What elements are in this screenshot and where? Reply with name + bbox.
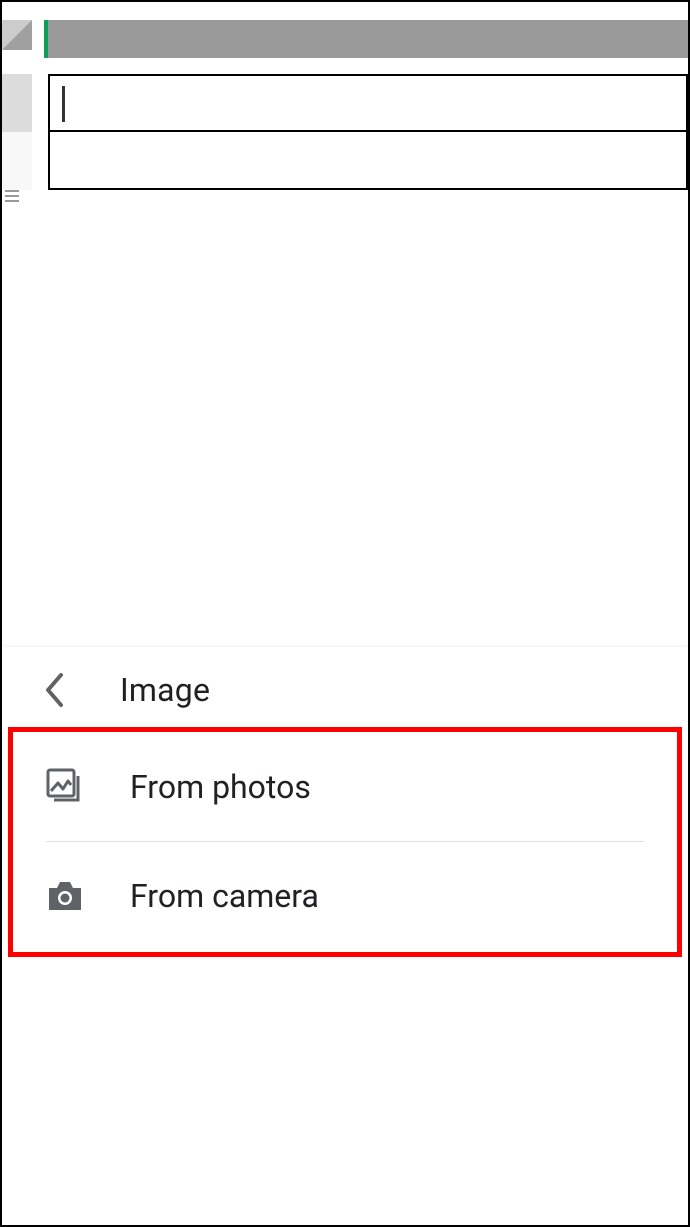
corner-triangle-icon xyxy=(2,20,32,50)
active-cell[interactable] xyxy=(48,74,688,132)
column-header-selected[interactable] xyxy=(48,20,688,58)
drag-lines-icon xyxy=(5,190,19,202)
photos-icon xyxy=(42,767,88,807)
app-frame: Image From photos xyxy=(0,0,690,1227)
panel-title: Image xyxy=(120,671,210,709)
row-header-1[interactable] xyxy=(2,74,32,132)
from-camera-label: From camera xyxy=(130,877,319,915)
from-camera-option[interactable]: From camera xyxy=(42,842,648,950)
image-insert-panel: Image From photos xyxy=(2,647,688,1225)
from-photos-label: From photos xyxy=(130,768,311,806)
chevron-left-icon xyxy=(43,672,65,708)
panel-header: Image xyxy=(2,647,688,733)
from-photos-option[interactable]: From photos xyxy=(42,733,648,841)
text-cursor xyxy=(62,86,65,122)
back-button[interactable] xyxy=(30,666,78,714)
camera-icon xyxy=(42,878,88,914)
row-header-2[interactable] xyxy=(2,132,32,190)
image-source-list: From photos From camera xyxy=(2,733,688,950)
spreadsheet-area xyxy=(2,2,688,202)
selection-marker xyxy=(44,20,48,58)
cell-below[interactable] xyxy=(48,132,688,190)
